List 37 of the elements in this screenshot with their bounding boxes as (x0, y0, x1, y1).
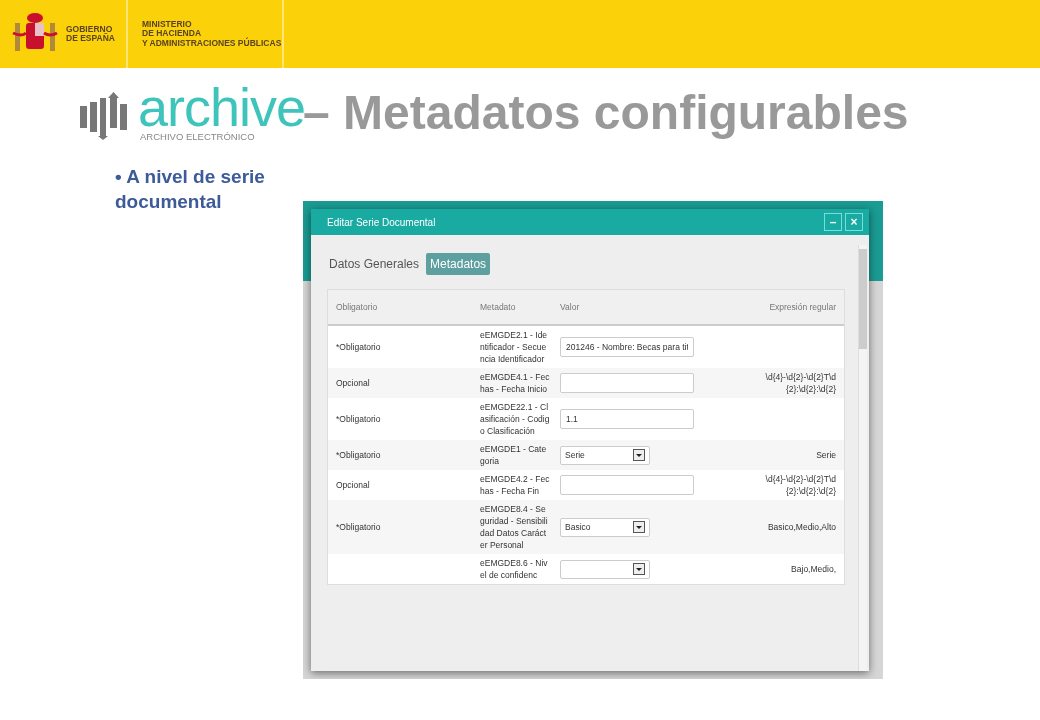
table-cell: eEMGDE8.6 - Nivel de confidenc (480, 558, 548, 580)
table-cell: eEMGDE1 - Categoria (480, 444, 547, 466)
dropdown[interactable]: Serie (560, 445, 650, 465)
table-cell: Serie (816, 450, 836, 460)
tab[interactable]: Datos Generales (327, 253, 422, 275)
dialog-title: Editar Serie Documental (327, 216, 436, 228)
table-cell: *Obligatorio (336, 522, 381, 532)
bullet-text: • A nivel de serie documental (115, 165, 266, 214)
dropdown[interactable] (560, 559, 650, 579)
logo-tagline: ARCHIVO ELECTRÓNICO (140, 132, 256, 142)
column-header: Expresión regular (768, 301, 836, 313)
government-name: GOBIERNO DE ESPAÑA (66, 25, 115, 43)
table-cell: eEMGDE4.2 - Fechas - Fecha Fin (480, 474, 550, 496)
table-cell: *Obligatorio (336, 342, 381, 352)
table-cell: *Obligatorio (336, 450, 381, 460)
dropdown[interactable]: Basico (560, 517, 650, 537)
input-field[interactable] (560, 373, 694, 393)
table-cell: eEMGDE2.1 - Identificador - Secuencia Identificador (480, 330, 548, 364)
table-cell: *Obligatorio (336, 414, 381, 424)
ministry-name: MINISTERIO DE HACIENDA Y ADMINISTRACIONES PÚBLICAS (128, 0, 284, 68)
table-cell: \d{4}-\d{2}-\d{2}T\d{2}:\d{2}:\d{2} (765, 474, 836, 496)
table-cell: eEMGDE4.1 - Fechas - Fecha Inicio (480, 372, 550, 394)
table-cell: Opcional (336, 480, 370, 490)
column-header: Metadato (479, 301, 517, 314)
input-field[interactable]: 1.1 (560, 409, 694, 429)
table-cell: Opcional (336, 378, 370, 388)
input-field[interactable] (560, 475, 694, 495)
column-header: Valor (560, 301, 581, 313)
table-cell: eEMGDE8.4 - Seguridad - Sensibilidad Datos Carácter Personal (480, 504, 548, 550)
table-cell: eEMGDE22.1 - Clasificación - Codigo Clasificación (480, 402, 550, 436)
column-header: Obligatorio (336, 301, 379, 313)
slide-title: – Metadatos configurables (303, 85, 909, 141)
table-cell: \d{4}-\d{2}-\d{2}T\d{2}:\d{2}:\d{2} (765, 372, 836, 394)
table-cell: Bajo,Medio, (791, 564, 836, 574)
scrollbar[interactable] (858, 245, 867, 671)
table-cell: Basico,Medio,Alto (767, 522, 836, 532)
input-field[interactable]: 201246 - Nombre: Becas para tit (560, 337, 694, 357)
